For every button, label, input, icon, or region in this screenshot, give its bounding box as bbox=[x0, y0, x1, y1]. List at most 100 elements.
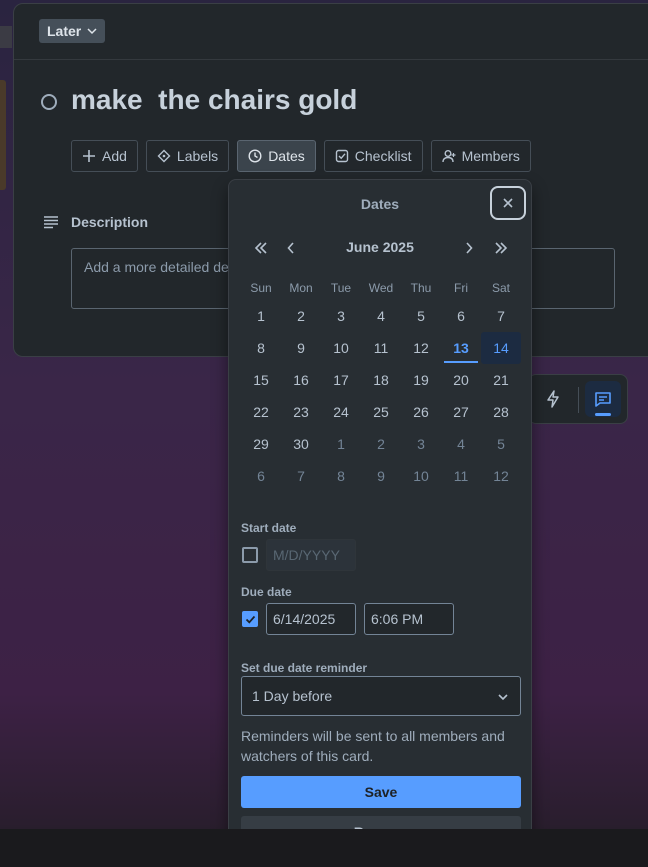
active-tab-indicator bbox=[595, 413, 611, 416]
calendar-day[interactable]: 1 bbox=[241, 300, 281, 332]
calendar-day[interactable]: 17 bbox=[321, 364, 361, 396]
dates-button[interactable]: Dates bbox=[237, 140, 316, 172]
calendar-day[interactable]: 18 bbox=[361, 364, 401, 396]
start-date-label: Start date bbox=[241, 521, 297, 535]
calendar-day[interactable]: 22 bbox=[241, 396, 281, 428]
calendar-day[interactable]: 2 bbox=[281, 300, 321, 332]
calendar-day-next-month[interactable]: 9 bbox=[361, 460, 401, 492]
background-board-fragment bbox=[0, 26, 12, 48]
calendar-day[interactable]: 24 bbox=[321, 396, 361, 428]
calendar-day-next-month[interactable]: 10 bbox=[401, 460, 441, 492]
calendar-day[interactable]: 23 bbox=[281, 396, 321, 428]
next-month-button[interactable] bbox=[457, 236, 481, 260]
calendar-day[interactable]: 27 bbox=[441, 396, 481, 428]
person-icon bbox=[441, 150, 456, 163]
start-date-checkbox[interactable] bbox=[242, 547, 258, 563]
calendar-day-next-month[interactable]: 8 bbox=[321, 460, 361, 492]
calendar-day[interactable]: 9 bbox=[281, 332, 321, 364]
weekday-label: Sat bbox=[491, 281, 510, 295]
calendar-day[interactable]: 15 bbox=[241, 364, 281, 396]
calendar-day[interactable]: 28 bbox=[481, 396, 521, 428]
weekday-label: Mon bbox=[289, 281, 313, 295]
calendar-day[interactable]: 29 bbox=[241, 428, 281, 460]
calendar-day[interactable]: 21 bbox=[481, 364, 521, 396]
calendar-day-next-month[interactable]: 5 bbox=[481, 428, 521, 460]
due-date-label: Due date bbox=[241, 585, 292, 599]
add-button-label: Add bbox=[102, 148, 127, 164]
weekday-label: Sun bbox=[250, 281, 272, 295]
background-card-fragment bbox=[0, 80, 6, 190]
calendar-day[interactable]: 10 bbox=[321, 332, 361, 364]
calendar-day-today[interactable]: 13 bbox=[441, 332, 481, 364]
floating-card-toolbar bbox=[528, 374, 628, 424]
calendar-day-next-month[interactable]: 6 bbox=[241, 460, 281, 492]
labels-button[interactable]: Labels bbox=[145, 140, 230, 172]
members-button-label: Members bbox=[461, 148, 520, 164]
description-lines-icon bbox=[44, 216, 58, 229]
save-button[interactable]: Save bbox=[241, 776, 521, 808]
calendar-day-next-month[interactable]: 4 bbox=[441, 428, 481, 460]
calendar-day[interactable]: 30 bbox=[281, 428, 321, 460]
calendar-day-next-month[interactable]: 1 bbox=[321, 428, 361, 460]
calendar-week: 1 2 3 4 5 6 7 bbox=[241, 300, 521, 332]
double-chevron-right-icon bbox=[495, 242, 508, 254]
due-date-checkbox[interactable] bbox=[242, 611, 258, 627]
calendar-day[interactable]: 5 bbox=[401, 300, 441, 332]
calendar-day[interactable]: 3 bbox=[321, 300, 361, 332]
reminder-select[interactable]: 1 Day before bbox=[241, 676, 521, 716]
calendar-day[interactable]: 6 bbox=[441, 300, 481, 332]
calendar-day[interactable]: 25 bbox=[361, 396, 401, 428]
checkbox-icon bbox=[335, 149, 348, 163]
tag-icon bbox=[157, 149, 171, 163]
calendar-day-next-month[interactable]: 2 bbox=[361, 428, 401, 460]
checklist-button[interactable]: Checklist bbox=[323, 140, 423, 172]
calendar-day[interactable]: 20 bbox=[441, 364, 481, 396]
add-button[interactable]: Add bbox=[71, 140, 138, 172]
calendar-week: 8 9 10 11 12 13 14 bbox=[241, 332, 521, 364]
next-year-button[interactable] bbox=[489, 236, 513, 260]
calendar-day[interactable]: 19 bbox=[401, 364, 441, 396]
list-chip-label: Later bbox=[47, 23, 82, 39]
calendar-day-next-month[interactable]: 11 bbox=[441, 460, 481, 492]
weekday-label: Wed bbox=[368, 281, 394, 295]
card-header: Later bbox=[14, 4, 648, 60]
calendar-day[interactable]: 26 bbox=[401, 396, 441, 428]
labels-button-label: Labels bbox=[176, 148, 219, 164]
calendar-day[interactable]: 7 bbox=[481, 300, 521, 332]
calendar-day[interactable]: 4 bbox=[361, 300, 401, 332]
calendar-week: 6 7 8 9 10 11 12 bbox=[241, 460, 521, 492]
calendar-day-next-month[interactable]: 7 bbox=[281, 460, 321, 492]
reminder-label: Set due date reminder bbox=[241, 661, 368, 675]
calendar-day-next-month[interactable]: 12 bbox=[481, 460, 521, 492]
calendar-day[interactable]: 8 bbox=[241, 332, 281, 364]
weekday-label: Thu bbox=[410, 281, 432, 295]
weekday-label: Tue bbox=[330, 281, 352, 295]
activity-button[interactable] bbox=[585, 381, 621, 417]
calendar-navigation: June 2025 bbox=[241, 236, 519, 260]
calendar-day[interactable]: 11 bbox=[361, 332, 401, 364]
close-button[interactable] bbox=[490, 186, 526, 220]
calendar-day[interactable]: 16 bbox=[281, 364, 321, 396]
comment-icon bbox=[595, 392, 611, 407]
calendar-day-next-month[interactable]: 3 bbox=[401, 428, 441, 460]
chevron-down-icon bbox=[87, 28, 97, 35]
list-selector-button[interactable]: Later bbox=[39, 19, 106, 43]
description-heading: Description bbox=[71, 214, 149, 230]
card-title[interactable]: make the chairs gold bbox=[71, 84, 357, 116]
dates-popover: Dates June 2025 Sun Mon Tue Wed Thu Fri … bbox=[228, 179, 532, 859]
due-date-input[interactable]: 6/14/2025 bbox=[266, 603, 356, 635]
chevron-down-icon bbox=[498, 694, 508, 701]
checkmark-icon bbox=[245, 615, 255, 624]
calendar-day-selected[interactable]: 14 bbox=[481, 332, 521, 364]
calendar-day[interactable]: 12 bbox=[401, 332, 441, 364]
toolbar-divider bbox=[578, 387, 579, 413]
start-date-input[interactable]: M/D/YYYY bbox=[266, 539, 356, 571]
reminder-hint: Reminders will be sent to all members an… bbox=[241, 728, 505, 764]
plus-icon bbox=[83, 150, 95, 162]
due-time-input[interactable]: 6:06 PM bbox=[364, 603, 454, 635]
bottom-bar bbox=[0, 829, 648, 867]
card-complete-toggle[interactable] bbox=[41, 94, 57, 110]
members-button[interactable]: Members bbox=[430, 140, 531, 172]
weekday-header: Sun Mon Tue Wed Thu Fri Sat bbox=[241, 276, 521, 300]
lightning-bolt-icon[interactable] bbox=[543, 389, 563, 409]
